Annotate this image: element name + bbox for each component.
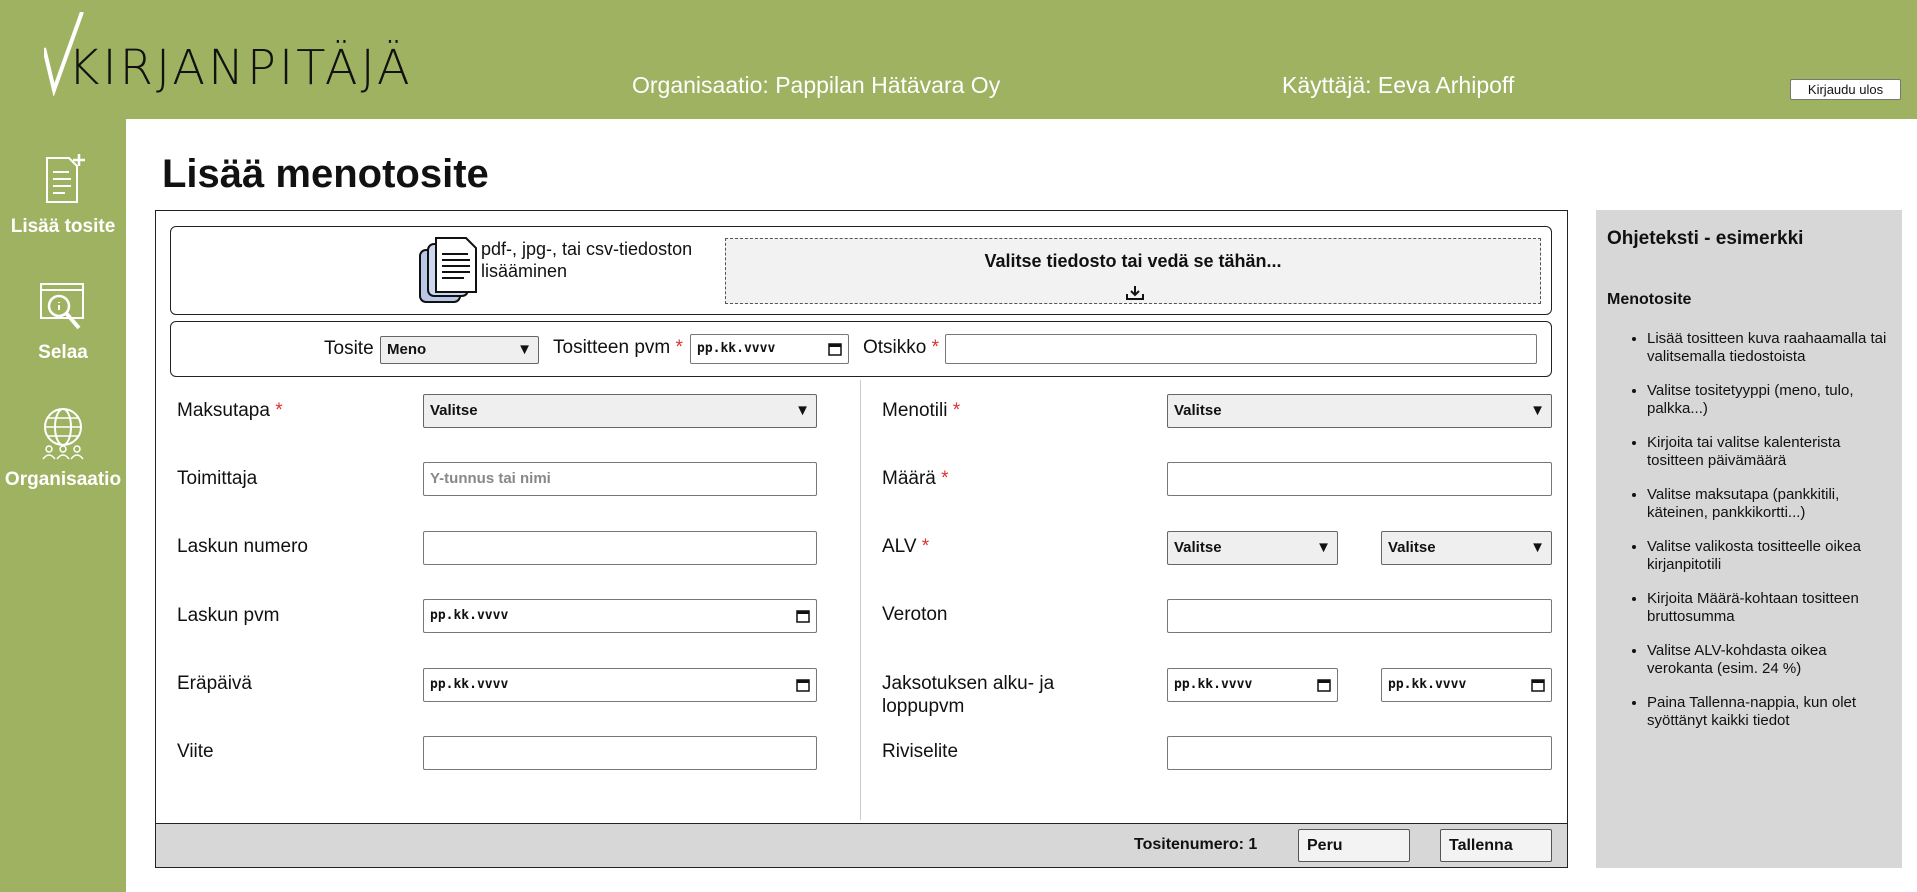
invoice-date-input[interactable]: pp.kk.vvvv xyxy=(423,599,817,633)
list-item: Kirjoita tai valitse kalenterista tositt… xyxy=(1647,434,1887,470)
list-item: Valitse maksutapa (pankkitili, käteinen,… xyxy=(1647,486,1887,522)
logout-button[interactable]: Kirjaudu ulos xyxy=(1790,79,1901,100)
line-description-label: Riviselite xyxy=(882,741,959,762)
payment-method-select[interactable]: Valitse ▼ xyxy=(423,394,817,428)
net-amount-label: Veroton xyxy=(882,604,948,625)
list-item: Valitse tositetyyppi (meno, tulo, palkka… xyxy=(1647,382,1887,418)
voucher-number: Tositenumero: 1 xyxy=(1134,836,1258,853)
voucher-date-label: Tositteen pvm * xyxy=(553,337,683,358)
browse-search-icon xyxy=(40,283,84,330)
voucher-type-value: Meno xyxy=(387,341,427,358)
list-item: Kirjoita Määrä-kohtaan tositteen bruttos… xyxy=(1647,590,1887,626)
dropzone-text: Valitse tiedosto tai vedä se tähän... xyxy=(984,251,1282,271)
list-item: Valitse valikosta tositteelle oikea kirj… xyxy=(1647,538,1887,574)
sidebar-item-organization[interactable]: Organisaatio xyxy=(0,405,126,491)
line-description-input[interactable] xyxy=(1167,736,1552,770)
download-icon xyxy=(1126,286,1144,300)
supplier-label: Toimittaja xyxy=(177,468,258,489)
dropdown-arrow-icon: ▼ xyxy=(1316,539,1331,556)
dropdown-arrow-icon: ▼ xyxy=(795,402,810,419)
list-item: Paina Tallenna-nappia, kun olet syöttäny… xyxy=(1647,694,1887,730)
accrual-end-input[interactable]: pp.kk.vvvv xyxy=(1381,668,1552,702)
globe-people-icon xyxy=(42,408,84,460)
accrual-start-input[interactable]: pp.kk.vvvv xyxy=(1167,668,1338,702)
sidebar-item-label: Selaa xyxy=(38,342,88,363)
column-divider xyxy=(860,380,861,820)
calendar-icon[interactable] xyxy=(828,342,842,356)
voucher-date-input[interactable]: pp.kk.vvvv xyxy=(690,334,849,364)
calendar-icon[interactable] xyxy=(1317,678,1331,692)
app-logo[interactable]: KIRJANPITÄJÄ xyxy=(44,12,410,96)
due-date-label: Eräpäivä xyxy=(177,673,252,694)
vat-type-select[interactable]: Valitse ▼ xyxy=(1381,531,1552,565)
sidebar-item-add-voucher[interactable]: Lisää tosite xyxy=(0,152,126,238)
dropdown-arrow-icon: ▼ xyxy=(1530,402,1545,419)
amount-input[interactable] xyxy=(1167,462,1552,496)
sidebar-item-label: Lisää tosite xyxy=(10,216,116,237)
voucher-type-select[interactable]: Meno ▼ xyxy=(380,336,539,364)
list-item: Valitse ALV-kohdasta oikea verokanta (es… xyxy=(1647,642,1887,678)
reference-input[interactable] xyxy=(423,736,817,770)
payment-method-label: Maksutapa * xyxy=(177,400,283,421)
upload-label: pdf-, jpg-, tai csv-tiedoston lisääminen xyxy=(481,239,693,281)
documents-icon xyxy=(419,237,477,303)
title-input[interactable] xyxy=(945,334,1537,364)
tosite-label: Tosite xyxy=(324,338,374,359)
file-dropzone[interactable]: Valitse tiedosto tai vedä se tähän... xyxy=(725,238,1541,304)
accrual-period-label: Jaksotuksen alku- ja loppupvm xyxy=(882,673,1055,717)
net-amount-input[interactable] xyxy=(1167,599,1552,633)
save-button[interactable]: Tallenna xyxy=(1440,829,1552,862)
invoice-number-label: Laskun numero xyxy=(177,536,308,557)
user-label: Käyttäjä: Eeva Arhipoff xyxy=(1282,72,1515,98)
invoice-date-label: Laskun pvm xyxy=(177,605,280,626)
calendar-icon[interactable] xyxy=(1531,678,1545,692)
expense-account-select[interactable]: Valitse ▼ xyxy=(1167,394,1552,428)
sidebar-item-browse[interactable]: Selaa xyxy=(0,278,126,364)
amount-label: Määrä * xyxy=(882,468,949,489)
help-subtitle: Menotosite xyxy=(1607,291,1692,308)
dropdown-arrow-icon: ▼ xyxy=(517,341,532,358)
vat-rate-select[interactable]: Valitse ▼ xyxy=(1167,531,1338,565)
cancel-button[interactable]: Peru xyxy=(1298,829,1410,862)
title-label: Otsikko * xyxy=(863,337,940,358)
dropdown-arrow-icon: ▼ xyxy=(1530,539,1545,556)
calendar-icon[interactable] xyxy=(796,609,810,623)
due-date-input[interactable]: pp.kk.vvvv xyxy=(423,668,817,702)
supplier-input[interactable]: Y-tunnus tai nimi xyxy=(423,462,817,496)
help-title: Ohjeteksti - esimerkki xyxy=(1607,228,1804,249)
document-add-icon xyxy=(46,154,85,203)
logo-text: KIRJANPITÄJÄ xyxy=(68,40,413,96)
list-item: Lisää tositteen kuva raahaamalla tai val… xyxy=(1647,330,1887,366)
sidebar-item-label: Organisaatio xyxy=(4,469,122,490)
help-list: Lisää tositteen kuva raahaamalla tai val… xyxy=(1627,330,1887,746)
page-title: Lisää menotosite xyxy=(162,152,489,196)
expense-account-label: Menotili * xyxy=(882,400,961,421)
vat-label: ALV * xyxy=(882,536,930,557)
reference-label: Viite xyxy=(177,741,214,762)
calendar-icon[interactable] xyxy=(796,678,810,692)
organization-label: Organisaatio: Pappilan Hätävara Oy xyxy=(632,72,1001,98)
invoice-number-input[interactable] xyxy=(423,531,817,565)
